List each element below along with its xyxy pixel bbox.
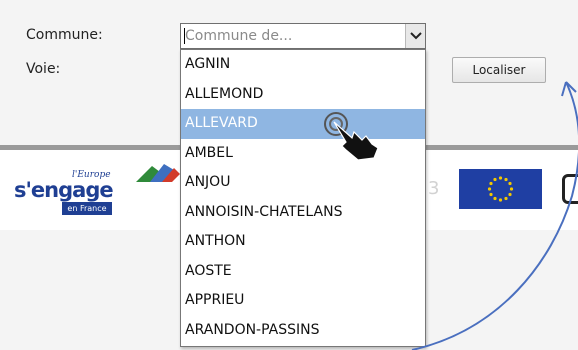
commune-input[interactable] [181, 24, 406, 48]
list-item[interactable]: ANNOISIN-CHATELANS [181, 198, 425, 228]
europe-sengage-logo: l'Europe s'engage en France [14, 168, 114, 215]
eu-flag-icon [459, 169, 542, 209]
list-item[interactable]: ANJOU [181, 168, 425, 198]
list-item-selected[interactable]: ALLEVARD [181, 109, 425, 139]
europe-region: en France [62, 202, 112, 215]
list-item[interactable]: APPRIEU [181, 286, 425, 316]
chevron-down-icon [409, 32, 422, 40]
faint-logo-mark: 3 [428, 178, 440, 199]
dropdown-toggle-button[interactable] [405, 24, 425, 48]
list-item[interactable]: AMBEL [181, 139, 425, 169]
commune-combobox[interactable] [180, 23, 426, 49]
localiser-button[interactable]: Localiser [452, 57, 546, 83]
voie-label: Voie: [26, 61, 61, 77]
europe-word: s'engage [14, 178, 114, 202]
list-item[interactable]: AOSTE [181, 257, 425, 287]
commune-dropdown-list[interactable]: AGNIN ALLEMOND ALLEVARD AMBEL ANJOU ANNO… [180, 49, 426, 347]
list-item[interactable]: AGNIN [181, 50, 425, 80]
list-item[interactable]: ARANDON-PASSINS [181, 316, 425, 346]
pointer-hand-icon [324, 112, 379, 161]
partner-logo-partial [562, 174, 578, 204]
commune-label: Commune: [26, 27, 103, 43]
list-item[interactable]: ALLEMOND [181, 80, 425, 110]
region-logo-icon [136, 164, 180, 182]
page: Commune: Voie: Localiser l'Europe s'enga… [0, 0, 578, 350]
text-caret [184, 28, 185, 44]
list-item[interactable]: ANTHON [181, 227, 425, 257]
